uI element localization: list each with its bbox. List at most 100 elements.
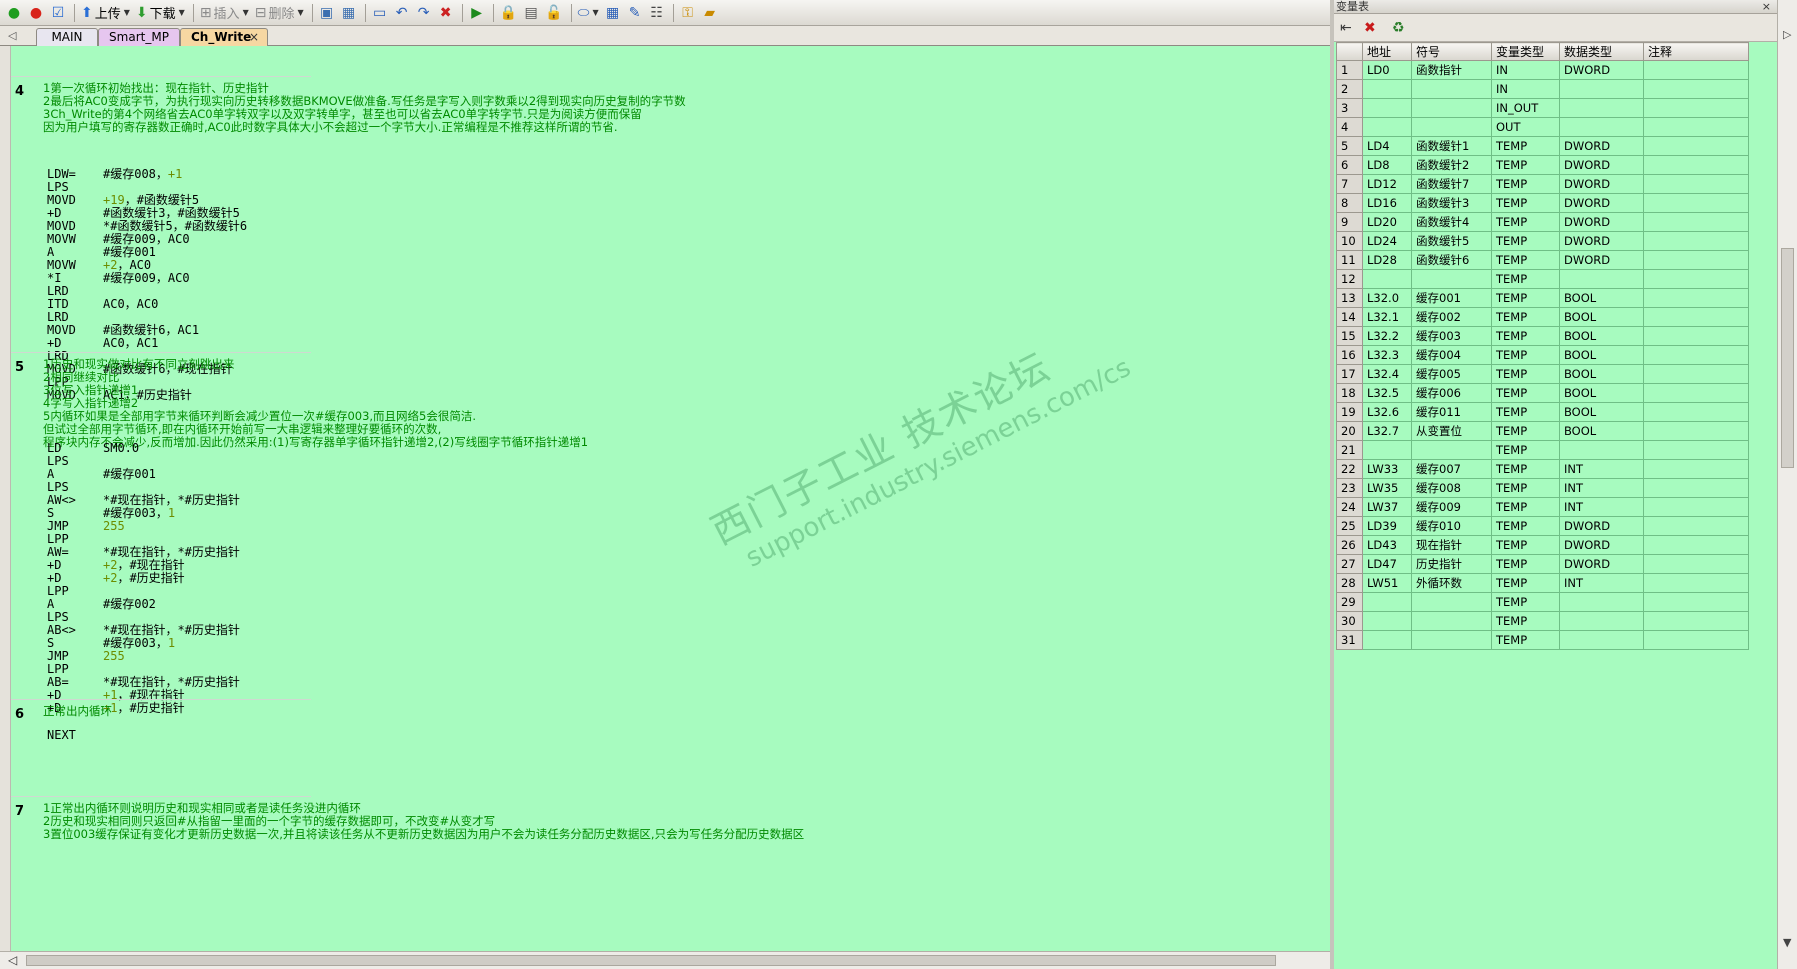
open-folder-button[interactable]: ▰	[700, 3, 720, 23]
delete-button[interactable]: ⊟ 删除 ▼	[253, 3, 306, 23]
network-5[interactable]: 5 1历史和现实做对比有不同立刻跳出来 2相同继续对比 3位写入指针递增1 4字写…	[11, 352, 1330, 715]
table-cell[interactable]: TEMP	[1491, 212, 1560, 232]
table-cell[interactable]: 函数缓针5	[1411, 231, 1492, 251]
table-cell[interactable]: 缓存007	[1411, 459, 1492, 479]
table-cell[interactable]: 缓存001	[1411, 288, 1492, 308]
table-cell[interactable]	[1643, 193, 1749, 213]
table-row[interactable]: 17 L32.4 缓存005 TEMP BOOL	[1336, 364, 1749, 384]
table-cell[interactable]: INT	[1559, 478, 1644, 498]
network-6[interactable]: 6 正常出内循环 NEXT	[11, 699, 1330, 796]
table-row[interactable]: 4 OUT	[1336, 117, 1749, 137]
table-cell[interactable]	[1643, 345, 1749, 365]
table-cell[interactable]	[1362, 98, 1412, 118]
download-dropdown-icon[interactable]: ▼	[179, 8, 185, 17]
table-cell[interactable]	[1643, 117, 1749, 137]
table-cell[interactable]	[1411, 79, 1492, 99]
table-cell[interactable]: L32.0	[1362, 288, 1412, 308]
table-row[interactable]: 2 IN	[1336, 79, 1749, 99]
table-cell[interactable]: TEMP	[1491, 535, 1560, 555]
key-button[interactable]: ⚿	[678, 3, 698, 23]
table-cell[interactable]: LW37	[1362, 497, 1412, 517]
table-cell[interactable]: DWORD	[1559, 193, 1644, 213]
table-cell[interactable]: 缓存004	[1411, 345, 1492, 365]
scroll-left-icon[interactable]: ◁	[8, 953, 17, 967]
table-cell[interactable]	[1362, 440, 1412, 460]
table-cell[interactable]	[1643, 136, 1749, 156]
table-row[interactable]: 8 LD16 函数缓针3 TEMP DWORD	[1336, 193, 1749, 213]
table-cell[interactable]: TEMP	[1491, 288, 1560, 308]
horizontal-scrollbar[interactable]: ◁	[0, 951, 1330, 969]
table-row[interactable]: 29 TEMP	[1336, 592, 1749, 612]
code-line[interactable]: JMP 255	[47, 650, 240, 663]
table-cell[interactable]: LD43	[1362, 535, 1412, 555]
run-button[interactable]: ●	[4, 3, 24, 23]
symbol-table-button[interactable]: ▦	[603, 3, 623, 23]
table-cell[interactable]	[1643, 535, 1749, 555]
monitor-button[interactable]: ▣	[317, 3, 337, 23]
table-cell[interactable]	[1643, 269, 1749, 289]
table-cell[interactable]: IN	[1491, 60, 1560, 80]
table-cell[interactable]: TEMP	[1491, 516, 1560, 536]
tab-smart-mp[interactable]: Smart_MP	[98, 28, 180, 46]
network-comment[interactable]: 1第一次循环初始找出：现在指针、历史指针 2最后将AC0变成字节，为执行现实向历…	[43, 82, 686, 134]
table-cell[interactable]	[1643, 478, 1749, 498]
table-cell[interactable]: DWORD	[1559, 516, 1644, 536]
table-cell[interactable]: TEMP	[1491, 611, 1560, 631]
table-cell[interactable]	[1411, 98, 1492, 118]
table-cell[interactable]: 缓存006	[1411, 383, 1492, 403]
table-cell[interactable]: LD20	[1362, 212, 1412, 232]
table-row[interactable]: 12 TEMP	[1336, 269, 1749, 289]
table-cell[interactable]: TEMP	[1491, 573, 1560, 593]
table-cell[interactable]	[1643, 174, 1749, 194]
redo-button[interactable]: ↷	[414, 3, 434, 23]
table-cell[interactable]: TEMP	[1491, 364, 1560, 384]
table-cell[interactable]: L32.1	[1362, 307, 1412, 327]
table-row[interactable]: 24 LW37 缓存009 TEMP INT	[1336, 497, 1749, 517]
table-cell[interactable]: LD24	[1362, 231, 1412, 251]
table-cell[interactable]	[1559, 630, 1644, 650]
table-cell[interactable]: 函数缓针4	[1411, 212, 1492, 232]
network-code[interactable]: NEXT	[47, 729, 103, 742]
table-cell[interactable]	[1643, 554, 1749, 574]
table-cell[interactable]	[1362, 630, 1412, 650]
table-cell[interactable]: INT	[1559, 573, 1644, 593]
table-cell[interactable]	[1643, 440, 1749, 460]
undo-button[interactable]: ↶	[392, 3, 412, 23]
table-row[interactable]: 15 L32.2 缓存003 TEMP BOOL	[1336, 326, 1749, 346]
vertical-scrollbar[interactable]: ▷ ▼	[1777, 0, 1797, 969]
table-cell[interactable]: DWORD	[1559, 60, 1644, 80]
table-cell[interactable]	[1643, 592, 1749, 612]
table-cell[interactable]: TEMP	[1491, 250, 1560, 270]
table-cell[interactable]: 历史指针	[1411, 554, 1492, 574]
goto-button[interactable]: ▶	[467, 3, 487, 23]
table-cell[interactable]: BOOL	[1559, 383, 1644, 403]
code-line[interactable]: LD SM0.0	[47, 442, 240, 455]
table-cell[interactable]: TEMP	[1491, 345, 1560, 365]
network-7[interactable]: 7 1正常出内循环则说明历史和现实相同或者是读任务没进内循环 2历史和现实相同则只…	[11, 796, 1330, 951]
table-cell[interactable]: TEMP	[1491, 174, 1560, 194]
table-row[interactable]: 5 LD4 函数缓针1 TEMP DWORD	[1336, 136, 1749, 156]
table-cell[interactable]: 函数缓针7	[1411, 174, 1492, 194]
table-row[interactable]: 23 LW35 缓存008 TEMP INT	[1336, 478, 1749, 498]
table-row[interactable]: 10 LD24 函数缓针5 TEMP DWORD	[1336, 231, 1749, 251]
table-cell[interactable]: TEMP	[1491, 136, 1560, 156]
table-cell[interactable]: TEMP	[1491, 383, 1560, 403]
table-cell[interactable]	[1362, 611, 1412, 631]
table-cell[interactable]	[1411, 592, 1492, 612]
code-line[interactable]: JMP 255	[47, 520, 240, 533]
block-button[interactable]: ▤	[521, 3, 541, 23]
variable-table-close-icon[interactable]: ×	[1762, 0, 1771, 13]
table-cell[interactable]: DWORD	[1559, 136, 1644, 156]
table-cell[interactable]: TEMP	[1491, 421, 1560, 441]
table-cell[interactable]: DWORD	[1559, 554, 1644, 574]
table-cell[interactable]: LD39	[1362, 516, 1412, 536]
symbol-dropdown-icon[interactable]: ▼	[592, 8, 598, 17]
network-code[interactable]: LD SM0.0 LPS A #缓存001 LPS AW<> *#现在指针，*#历史指针 S #缓…	[47, 442, 240, 715]
table-cell[interactable]: LD28	[1362, 250, 1412, 270]
table-row[interactable]: 18 L32.5 缓存006 TEMP BOOL	[1336, 383, 1749, 403]
table-cell[interactable]: TEMP	[1491, 307, 1560, 327]
table-cell[interactable]: IN	[1491, 79, 1560, 99]
table-row[interactable]: 14 L32.1 缓存002 TEMP BOOL	[1336, 307, 1749, 327]
tab-main[interactable]: MAIN	[36, 28, 98, 46]
network-comment[interactable]: 1正常出内循环则说明历史和现实相同或者是读任务没进内循环 2历史和现实相同则只返…	[43, 802, 804, 841]
